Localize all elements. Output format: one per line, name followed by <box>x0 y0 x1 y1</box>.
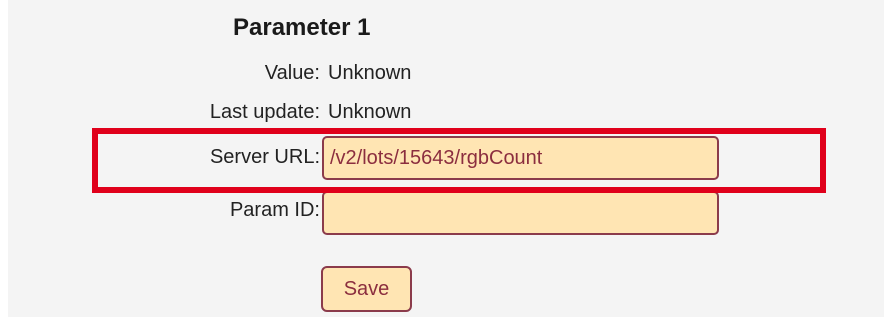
server-url-input[interactable] <box>322 136 719 180</box>
last-update-label: Last update: <box>209 101 320 123</box>
server-url-label: Server URL: <box>209 146 320 168</box>
param-id-label: Param ID: <box>229 199 320 221</box>
parameter-panel: Parameter 1 Value: Unknown Last update: … <box>8 0 884 317</box>
parameter-title: Parameter 1 <box>233 14 371 41</box>
param-id-input[interactable] <box>322 191 719 235</box>
save-button[interactable]: Save <box>321 266 412 312</box>
last-update-text: Unknown <box>328 101 412 123</box>
value-label: Value: <box>264 62 320 84</box>
value-text: Unknown <box>328 62 412 84</box>
